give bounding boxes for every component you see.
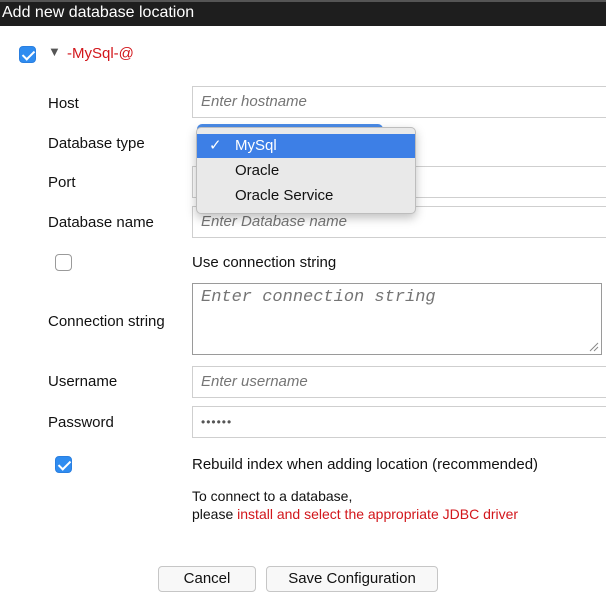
dialog-title-bar: Add new database location bbox=[0, 0, 606, 26]
use-connection-string-checkbox[interactable] bbox=[55, 254, 72, 271]
location-name: -MySql-@ bbox=[67, 45, 134, 62]
collapse-triangle-icon[interactable]: ▼ bbox=[48, 44, 61, 59]
rebuild-index-label: Rebuild index when adding location (reco… bbox=[192, 456, 539, 473]
connection-string-label: Connection string bbox=[48, 313, 165, 330]
location-enabled-checkbox[interactable] bbox=[19, 46, 36, 63]
resize-grip-icon[interactable] bbox=[589, 342, 599, 352]
host-field[interactable] bbox=[192, 86, 606, 118]
use-connection-string-label: Use connection string bbox=[192, 254, 337, 271]
jdbc-driver-link[interactable]: install and select the appropriate JDBC … bbox=[237, 506, 518, 522]
help-text-prefix: please bbox=[192, 506, 238, 522]
dropdown-option-oracle[interactable]: Oracle bbox=[197, 159, 415, 183]
dropdown-option-oracle-service[interactable]: Oracle Service bbox=[197, 184, 415, 208]
dropdown-option-label: Oracle Service bbox=[235, 187, 334, 204]
password-input[interactable]: •••••• bbox=[193, 407, 606, 437]
rebuild-index-checkbox[interactable] bbox=[55, 456, 72, 473]
host-label: Host bbox=[48, 95, 79, 112]
cancel-button[interactable]: Cancel bbox=[158, 566, 256, 592]
password-label: Password bbox=[48, 414, 114, 431]
database-name-label: Database name bbox=[48, 214, 154, 231]
help-text-line1: To connect to a database, bbox=[192, 488, 353, 504]
dropdown-option-label: MySql bbox=[235, 137, 277, 154]
dialog-title: Add new database location bbox=[2, 4, 195, 21]
database-type-label: Database type bbox=[48, 135, 145, 152]
dropdown-option-label: Oracle bbox=[235, 162, 280, 179]
host-input[interactable] bbox=[193, 87, 606, 117]
port-label: Port bbox=[48, 174, 76, 191]
connection-string-field[interactable] bbox=[192, 283, 602, 355]
dropdown-option-mysql[interactable]: ✓ MySql bbox=[197, 134, 415, 158]
title-bar-edge bbox=[0, 0, 606, 2]
password-field[interactable]: •••••• bbox=[192, 406, 606, 438]
database-type-dropdown: ✓ MySql Oracle Oracle Service bbox=[196, 127, 416, 214]
username-input[interactable] bbox=[193, 367, 606, 397]
username-label: Username bbox=[48, 373, 118, 390]
save-configuration-button[interactable]: Save Configuration bbox=[266, 566, 438, 592]
help-text-line2: please install and select the appropriat… bbox=[192, 506, 518, 522]
checkmark-icon: ✓ bbox=[209, 137, 222, 154]
username-field[interactable] bbox=[192, 366, 606, 398]
connection-string-input[interactable] bbox=[193, 284, 601, 354]
